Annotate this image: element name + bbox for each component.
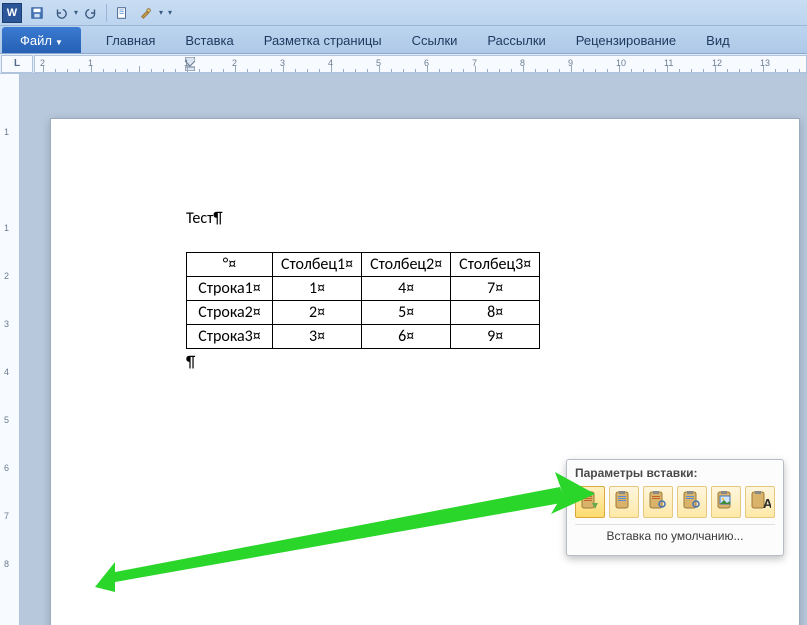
document-table[interactable]: °¤Столбец1¤Столбец2¤Столбец3¤Строка1¤1¤4… xyxy=(186,252,540,349)
ruler-tick: 13 xyxy=(760,58,770,68)
picture-icon xyxy=(715,490,737,515)
paragraph-mark: ¶ xyxy=(186,353,799,372)
link-keep-source-icon xyxy=(647,490,669,515)
paste-default-link[interactable]: Вставка по умолчанию... xyxy=(575,524,775,547)
title-bar: W ▾ ▾ ▾ xyxy=(0,0,807,26)
tab-home[interactable]: Главная xyxy=(91,26,170,53)
table-cell[interactable]: 5¤ xyxy=(362,301,451,325)
table-cell[interactable]: 1¤ xyxy=(273,277,362,301)
ruler-tick: 4 xyxy=(4,367,9,377)
tab-references[interactable]: Ссылки xyxy=(397,26,473,53)
ruler-row: L 2112345678910111213 xyxy=(0,54,807,74)
ruler-tick: 5 xyxy=(4,415,9,425)
table-row[interactable]: Строка1¤1¤4¤7¤ xyxy=(187,277,540,301)
chevron-down-icon: ▼ xyxy=(55,38,63,47)
table-cell[interactable]: 6¤ xyxy=(362,325,451,349)
paste-options-title: Параметры вставки: xyxy=(575,466,775,480)
ruler-tick: 3 xyxy=(4,319,9,329)
ruler-corner-button[interactable]: L xyxy=(1,55,33,73)
tab-label: Рассылки xyxy=(487,33,545,48)
ruler-tick: 1 xyxy=(4,223,9,233)
table-row-label-cell[interactable]: Строка1¤ xyxy=(187,277,273,301)
ruler-tick: 10 xyxy=(616,58,626,68)
tab-label: Разметка страницы xyxy=(264,33,382,48)
save-icon xyxy=(30,6,44,20)
horizontal-ruler[interactable]: 2112345678910111213 xyxy=(34,55,807,73)
ribbon-tabs: Файл▼ Главная Вставка Разметка страницы … xyxy=(0,26,807,54)
picture-button[interactable] xyxy=(711,486,741,518)
use-destination-styles-icon xyxy=(613,490,635,515)
table-cell[interactable]: 8¤ xyxy=(451,301,540,325)
ruler-tick: 1 xyxy=(4,127,9,137)
save-button[interactable] xyxy=(26,2,48,24)
svg-text:A: A xyxy=(763,496,771,511)
undo-icon xyxy=(54,6,68,20)
ruler-tick: 2 xyxy=(4,271,9,281)
tab-label: Ссылки xyxy=(412,33,458,48)
tab-file-label: Файл xyxy=(20,33,52,48)
link-keep-source-button[interactable] xyxy=(643,486,673,518)
table-row-label-cell[interactable]: Строка2¤ xyxy=(187,301,273,325)
ruler-tick: 6 xyxy=(4,463,9,473)
ruler-tick: 12 xyxy=(712,58,722,68)
table-header-cell[interactable]: Столбец3¤ xyxy=(451,253,540,277)
keep-source-formatting-button[interactable] xyxy=(575,486,605,518)
qat-custom-1-button[interactable] xyxy=(111,2,133,24)
redo-button[interactable] xyxy=(80,2,102,24)
undo-button[interactable] xyxy=(50,2,72,24)
table-cell[interactable]: 3¤ xyxy=(273,325,362,349)
link-use-destination-button[interactable] xyxy=(677,486,707,518)
qat-separator xyxy=(106,4,107,22)
table-cell[interactable]: 9¤ xyxy=(451,325,540,349)
tab-file[interactable]: Файл▼ xyxy=(2,27,81,53)
paste-options-popup: Параметры вставки: A Вставка по умолчани… xyxy=(566,459,784,556)
qat-customize-dropdown[interactable]: ▾ xyxy=(168,8,172,17)
tab-mailings[interactable]: Рассылки xyxy=(472,26,560,53)
paste-options-icons: A xyxy=(575,486,775,518)
tab-review[interactable]: Рецензирование xyxy=(561,26,691,53)
ruler-tick: 8 xyxy=(4,559,9,569)
ruler-tick: 11 xyxy=(664,58,673,68)
table-row-label-cell[interactable]: Строка3¤ xyxy=(187,325,273,349)
tab-label: Рецензирование xyxy=(576,33,676,48)
tab-label: Вставка xyxy=(185,33,233,48)
table-cell[interactable]: 4¤ xyxy=(362,277,451,301)
text-only-button[interactable]: A xyxy=(745,486,775,518)
tool-icon xyxy=(139,6,153,20)
table-row[interactable]: Строка3¤3¤6¤9¤ xyxy=(187,325,540,349)
text-only-icon: A xyxy=(749,490,771,515)
tab-insert[interactable]: Вставка xyxy=(170,26,248,53)
table-header-cell[interactable]: °¤ xyxy=(187,253,273,277)
tab-label: Главная xyxy=(106,33,155,48)
table-row[interactable]: Строка2¤2¤5¤8¤ xyxy=(187,301,540,325)
table-header-cell[interactable]: Столбец2¤ xyxy=(362,253,451,277)
document-area[interactable]: Тест¶ °¤Столбец1¤Столбец2¤Столбец3¤Строк… xyxy=(20,74,807,625)
app-icon: W xyxy=(2,3,22,23)
vertical-ruler[interactable]: 1 1 2 3 4 5 6 7 8 xyxy=(0,74,20,625)
table-cell[interactable]: 2¤ xyxy=(273,301,362,325)
page-icon xyxy=(115,6,129,20)
keep-source-formatting-icon xyxy=(579,490,601,515)
table-cell[interactable]: 7¤ xyxy=(451,277,540,301)
tab-page-layout[interactable]: Разметка страницы xyxy=(249,26,397,53)
ruler-tick: 7 xyxy=(4,511,9,521)
table-header-cell[interactable]: Столбец1¤ xyxy=(273,253,362,277)
redo-icon xyxy=(84,6,98,20)
tab-label: Вид xyxy=(706,33,730,48)
use-destination-styles-button[interactable] xyxy=(609,486,639,518)
tab-view[interactable]: Вид xyxy=(691,26,745,53)
link-use-destination-icon xyxy=(681,490,703,515)
document-title-line[interactable]: Тест¶ xyxy=(186,209,799,228)
qat-custom-2-button[interactable] xyxy=(135,2,157,24)
workspace: 1 1 2 3 4 5 6 7 8 Тест¶ °¤Столбец1¤Столбец2¤Стол… xyxy=(0,74,807,625)
